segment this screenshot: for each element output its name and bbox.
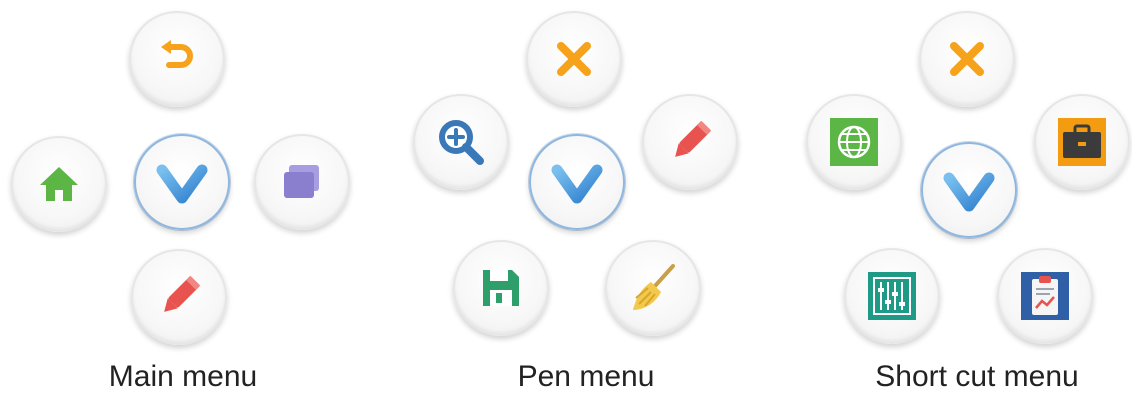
close-button[interactable] xyxy=(526,11,622,107)
undo-icon xyxy=(155,37,199,81)
clipboard-icon xyxy=(1019,270,1071,322)
broom-button[interactable] xyxy=(605,240,701,336)
logo-v-button[interactable] xyxy=(921,142,1017,238)
globe-icon xyxy=(828,116,880,168)
clipboard-button[interactable] xyxy=(997,248,1093,344)
logo-v-button[interactable] xyxy=(134,134,230,230)
pen-menu-caption: Pen menu xyxy=(517,360,655,393)
equalizer-button[interactable] xyxy=(844,248,940,344)
close-icon xyxy=(551,36,597,82)
pen-button[interactable] xyxy=(642,94,738,190)
main-menu-caption: Main menu xyxy=(108,360,258,393)
zoom-in-icon xyxy=(436,117,486,167)
briefcase-button[interactable] xyxy=(1034,94,1130,190)
zoom-in-button[interactable] xyxy=(413,94,509,190)
logo-v-icon xyxy=(154,154,210,210)
pen-icon xyxy=(154,272,204,322)
logo-v-button[interactable] xyxy=(529,134,625,230)
shortcut-menu-caption: Short cut menu xyxy=(875,360,1079,393)
logo-v-icon xyxy=(941,162,997,218)
close-icon xyxy=(944,36,990,82)
save-icon xyxy=(478,265,524,311)
globe-button[interactable] xyxy=(806,94,902,190)
windows-icon xyxy=(279,159,325,205)
broom-icon xyxy=(627,262,679,314)
undo-button[interactable] xyxy=(129,11,225,107)
save-button[interactable] xyxy=(453,240,549,336)
pen-icon xyxy=(665,117,715,167)
home-icon xyxy=(36,161,82,207)
windows-button[interactable] xyxy=(254,134,350,230)
home-button[interactable] xyxy=(11,136,107,232)
logo-v-icon xyxy=(549,154,605,210)
close-button[interactable] xyxy=(919,11,1015,107)
equalizer-icon xyxy=(866,270,918,322)
pen-button[interactable] xyxy=(131,249,227,345)
briefcase-icon xyxy=(1056,116,1108,168)
